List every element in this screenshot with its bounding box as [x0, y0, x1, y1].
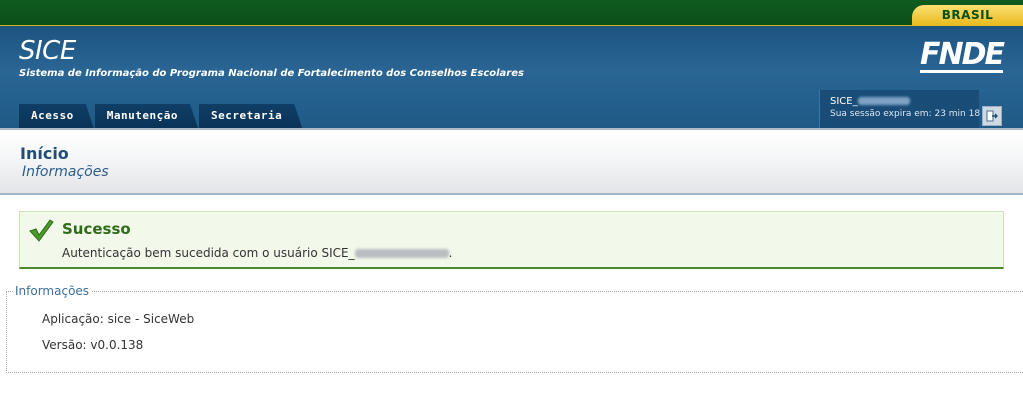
- info-fieldset: Informações Aplicação: sice - SiceWeb Ve…: [6, 284, 1023, 373]
- success-text: Autenticação bem sucedida com o usuário …: [62, 246, 452, 260]
- logout-icon: [986, 110, 998, 122]
- brasil-badge[interactable]: BRASIL: [912, 5, 1023, 26]
- fnde-logo: FNDE: [920, 37, 1005, 73]
- session-expire: Sua sessão expira em: 23 min 18: [830, 109, 981, 119]
- session-info: SICE_ Sua sessão expira em: 23 min 18: [819, 90, 981, 128]
- app-subtitle: Sistema de Informação do Programa Nacion…: [19, 68, 524, 79]
- success-text-suffix: .: [448, 246, 453, 260]
- redacted-username: [857, 97, 910, 105]
- main-nav: Acesso Manutenção Secretaria: [19, 104, 303, 128]
- nav-tab-acesso[interactable]: Acesso: [19, 104, 94, 128]
- page-heading: Início Informações: [0, 128, 1023, 195]
- info-legend: Informações: [13, 284, 92, 298]
- application-info: Aplicação: sice - SiceWeb: [42, 312, 195, 326]
- logout-button[interactable]: [982, 106, 1002, 126]
- success-message: Sucesso Autenticação bem sucedida com o …: [19, 211, 1004, 269]
- app-header: SICE Sistema de Informação do Programa N…: [0, 26, 1023, 128]
- nav-tab-manutencao[interactable]: Manutenção: [95, 104, 198, 128]
- session-user: SICE_: [830, 96, 979, 107]
- success-title: Sucesso: [62, 220, 131, 238]
- session-user-prefix: SICE_: [830, 96, 858, 107]
- checkmark-icon: [29, 219, 54, 242]
- nav-tab-secretaria[interactable]: Secretaria: [199, 104, 302, 128]
- success-text-prefix: Autenticação bem sucedida com o usuário …: [62, 246, 355, 260]
- version-info: Versão: v0.0.138: [42, 338, 144, 352]
- page-title: Início: [20, 144, 69, 163]
- gov-bar: BRASIL: [0, 0, 1023, 26]
- redacted-username: [354, 249, 449, 258]
- page-subtitle: Informações: [22, 164, 109, 180]
- app-title: SICE: [19, 36, 76, 66]
